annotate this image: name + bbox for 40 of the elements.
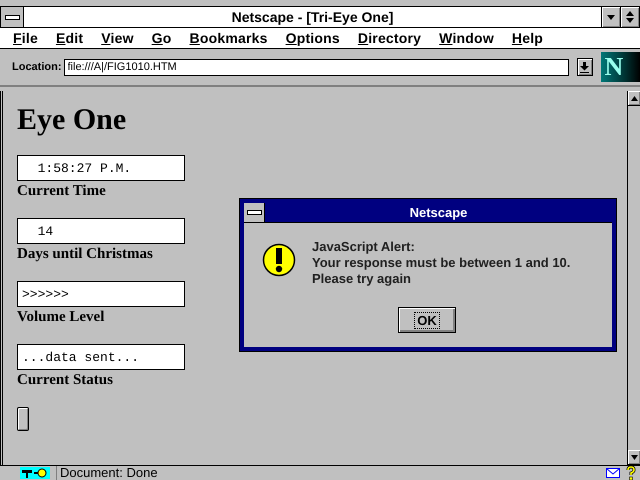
text-field[interactable]: >>>>>> (17, 281, 185, 307)
status-text: Document: Done (56, 466, 581, 480)
alert-message: JavaScript Alert: Your response must be between 1 and 10. Please try again (312, 239, 570, 287)
dialog-title: Netscape (408, 204, 468, 222)
netscape-logo[interactable]: N (600, 52, 640, 82)
minimize-button[interactable] (601, 7, 620, 27)
menu-item[interactable]: Options (278, 30, 347, 46)
ok-button[interactable]: OK (398, 307, 456, 333)
menu-item[interactable]: Edit (48, 30, 90, 46)
menu-item[interactable]: View (94, 30, 141, 46)
text-field[interactable]: 1:58:27 P.M. (17, 155, 185, 181)
menu-item[interactable]: Window (432, 30, 501, 46)
menu-item[interactable]: Help (504, 30, 550, 46)
field-label: Days until Christmas (17, 246, 153, 263)
system-menu-button[interactable] (1, 7, 24, 27)
text-field[interactable]: ...data sent... (17, 344, 185, 370)
location-label: Location: (12, 61, 62, 73)
dropdown-button[interactable] (576, 58, 592, 76)
up-arrow-icon (630, 96, 638, 100)
menu-item[interactable]: Directory (350, 30, 428, 46)
small-button[interactable] (17, 407, 29, 431)
mail-icon[interactable] (606, 468, 620, 478)
field-label: Current Time (17, 183, 106, 200)
page-heading: Eye One (17, 103, 126, 137)
menu-item[interactable]: Bookmarks (182, 30, 275, 46)
field-label: Volume Level (17, 309, 104, 326)
window-title: Netscape - [Tri-Eye One] (230, 8, 394, 27)
help-icon[interactable] (626, 466, 636, 480)
menu-item[interactable]: File (6, 30, 45, 46)
down-arrow-icon (580, 62, 589, 72)
text-field[interactable]: 14 (17, 218, 185, 244)
up-down-arrow-icon (626, 11, 634, 23)
down-arrow-icon (607, 14, 615, 20)
system-menu-button[interactable] (244, 203, 265, 222)
down-arrow-icon (630, 454, 638, 460)
restore-button[interactable] (620, 7, 639, 27)
location-field[interactable]: file:///A|/FIG1010.HTM (64, 58, 568, 76)
menu-item[interactable]: Go (144, 30, 179, 46)
exclamation-icon (262, 243, 296, 277)
field-label: Current Status (17, 372, 113, 389)
